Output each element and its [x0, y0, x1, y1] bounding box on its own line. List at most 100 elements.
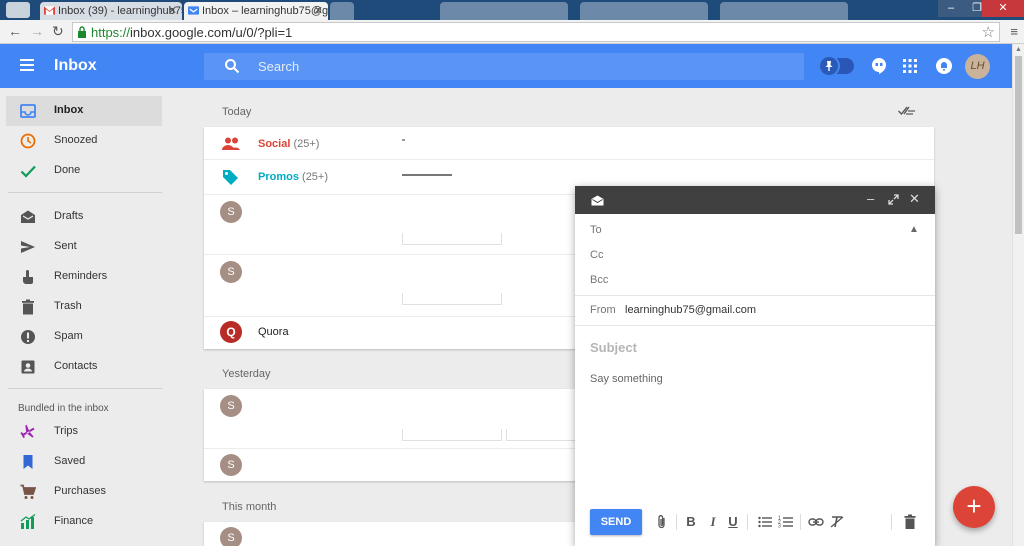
- attachment-chip[interactable]: [402, 233, 502, 245]
- bookmark-icon: [23, 455, 33, 469]
- bundle-count: (25+): [293, 138, 320, 150]
- from-address[interactable]: learninghub75@gmail.com: [625, 304, 756, 316]
- scrollbar-thumb[interactable]: [1015, 56, 1022, 234]
- sidebar-item-finance[interactable]: Finance: [6, 507, 162, 537]
- main-menu-icon[interactable]: [20, 59, 34, 71]
- pin-icon: [818, 55, 840, 77]
- italic-icon[interactable]: I: [705, 514, 721, 530]
- section-label-today: Today: [222, 106, 252, 118]
- sidebar-item-reminders[interactable]: Reminders: [6, 262, 162, 292]
- snippet-fragment: [402, 139, 405, 141]
- tab-close-icon[interactable]: ✕: [168, 4, 177, 17]
- tab-close-icon[interactable]: ✕: [314, 4, 323, 17]
- notifications-bell-icon[interactable]: [935, 57, 953, 75]
- hangouts-icon[interactable]: [870, 57, 888, 75]
- address-bar[interactable]: https://inbox.google.com/u/0/?pli=1 ☆: [72, 22, 1000, 42]
- bcc-field[interactable]: Bcc: [590, 274, 608, 286]
- pin-toggle[interactable]: [818, 55, 854, 77]
- search-icon: [225, 59, 240, 74]
- url-scheme: https://: [91, 25, 131, 40]
- expand-icon[interactable]: [888, 194, 899, 205]
- sidebar-item-drafts[interactable]: Drafts: [6, 202, 162, 232]
- sidebar-item-label: Finance: [54, 515, 94, 527]
- sweep-done-icon[interactable]: [898, 103, 916, 117]
- browser-tab-gmail[interactable]: Inbox (39) - learninghub75 ✕: [40, 2, 182, 20]
- sidebar-item-spam[interactable]: Spam: [6, 322, 162, 352]
- bulleted-list-icon[interactable]: [757, 514, 773, 530]
- close-icon[interactable]: ✕: [909, 192, 920, 206]
- quora-avatar-letter: Q: [226, 325, 236, 339]
- inbox-favicon-icon: [188, 6, 199, 15]
- sidebar-item-done[interactable]: Done: [6, 156, 162, 186]
- sidebar-item-inbox[interactable]: Inbox: [6, 96, 162, 126]
- compose-header[interactable]: – ✕: [575, 186, 935, 214]
- browser-tab-inbox[interactable]: Inbox – learninghub75@g ✕: [184, 2, 328, 20]
- bundle-row-social[interactable]: Social (25+): [204, 127, 934, 160]
- minimize-icon[interactable]: –: [867, 192, 874, 206]
- browser-tabstrip: Inbox (39) - learninghub75 ✕ Inbox – lea…: [0, 0, 1024, 20]
- browser-tab-background[interactable]: [440, 2, 568, 20]
- bold-icon[interactable]: B: [683, 514, 699, 530]
- tab-label: Inbox – learninghub75@g: [202, 5, 328, 17]
- attachment-chip[interactable]: [402, 429, 502, 441]
- bundled-heading: Bundled in the inbox: [18, 403, 109, 414]
- discard-trash-icon[interactable]: [902, 514, 918, 530]
- cart-icon: [20, 484, 36, 499]
- remove-formatting-icon[interactable]: [829, 514, 845, 530]
- contacts-icon: [21, 360, 35, 374]
- link-icon[interactable]: [808, 514, 824, 530]
- section-label-this-month: This month: [222, 501, 277, 513]
- send-button[interactable]: SEND: [590, 509, 642, 535]
- plane-icon: [20, 424, 35, 439]
- url-path: inbox.google.com/u/0/?pli=1: [130, 25, 293, 40]
- gmail-icon: [44, 6, 55, 15]
- sidebar-item-trash[interactable]: Trash: [6, 292, 162, 322]
- browser-tab-background[interactable]: [580, 2, 708, 20]
- subject-input[interactable]: Subject: [590, 340, 637, 355]
- account-avatar[interactable]: LH: [965, 54, 990, 79]
- back-arrow-icon[interactable]: ←: [8, 23, 22, 39]
- page-scrollbar[interactable]: ▲: [1012, 44, 1024, 546]
- window-close-button[interactable]: ✕: [982, 0, 1024, 17]
- sidebar-item-snoozed[interactable]: Snoozed: [6, 126, 162, 156]
- reload-icon[interactable]: ↻: [52, 23, 64, 40]
- underline-icon[interactable]: U: [725, 514, 741, 530]
- sidebar-item-trips[interactable]: Trips: [6, 417, 162, 447]
- window-minimize-button[interactable]: –: [938, 0, 964, 17]
- sidebar-item-saved[interactable]: Saved: [6, 447, 162, 477]
- browser-tab-background[interactable]: [720, 2, 848, 20]
- scroll-up-icon[interactable]: ▲: [1015, 46, 1022, 53]
- check-icon: [20, 165, 36, 178]
- sidebar-item-sent[interactable]: Sent: [6, 232, 162, 262]
- bookmark-star-icon[interactable]: ☆: [982, 23, 995, 41]
- new-tab-button[interactable]: [330, 2, 354, 20]
- sender-avatar: S: [220, 395, 242, 417]
- sidebar-item-label: Drafts: [54, 210, 84, 222]
- sidebar-item-purchases[interactable]: Purchases: [6, 477, 162, 507]
- sidebar-divider: [8, 192, 162, 193]
- compose-fab-button[interactable]: +: [953, 486, 995, 528]
- browser-profile-icon[interactable]: [6, 2, 30, 18]
- section-label-yesterday: Yesterday: [222, 368, 271, 380]
- forward-arrow-icon[interactable]: →: [30, 23, 44, 39]
- sidebar-item-contacts[interactable]: Contacts: [6, 352, 162, 382]
- browser-menu-icon[interactable]: ≡: [1010, 24, 1018, 39]
- apps-grid-icon[interactable]: [903, 59, 917, 73]
- app-title: Inbox: [54, 57, 97, 74]
- sidebar-item-label: Saved: [54, 455, 86, 467]
- toolbar-separator: [800, 514, 801, 530]
- attach-paperclip-icon[interactable]: [654, 514, 670, 530]
- sidebar-item-label: Trash: [54, 300, 82, 312]
- toolbar-separator: [891, 514, 892, 530]
- search-box[interactable]: Search: [204, 53, 804, 80]
- toolbar-separator: [747, 514, 748, 530]
- numbered-list-icon[interactable]: 123: [778, 514, 794, 530]
- drafts-icon: [21, 210, 35, 223]
- chevron-up-icon[interactable]: ▲: [909, 224, 919, 235]
- snippet-fragment: [402, 174, 452, 176]
- attachment-chip[interactable]: [506, 429, 576, 441]
- message-body-input[interactable]: Say something: [590, 373, 663, 385]
- attachment-chip[interactable]: [402, 293, 502, 305]
- cc-field[interactable]: Cc: [590, 249, 603, 261]
- to-field[interactable]: To: [590, 224, 602, 236]
